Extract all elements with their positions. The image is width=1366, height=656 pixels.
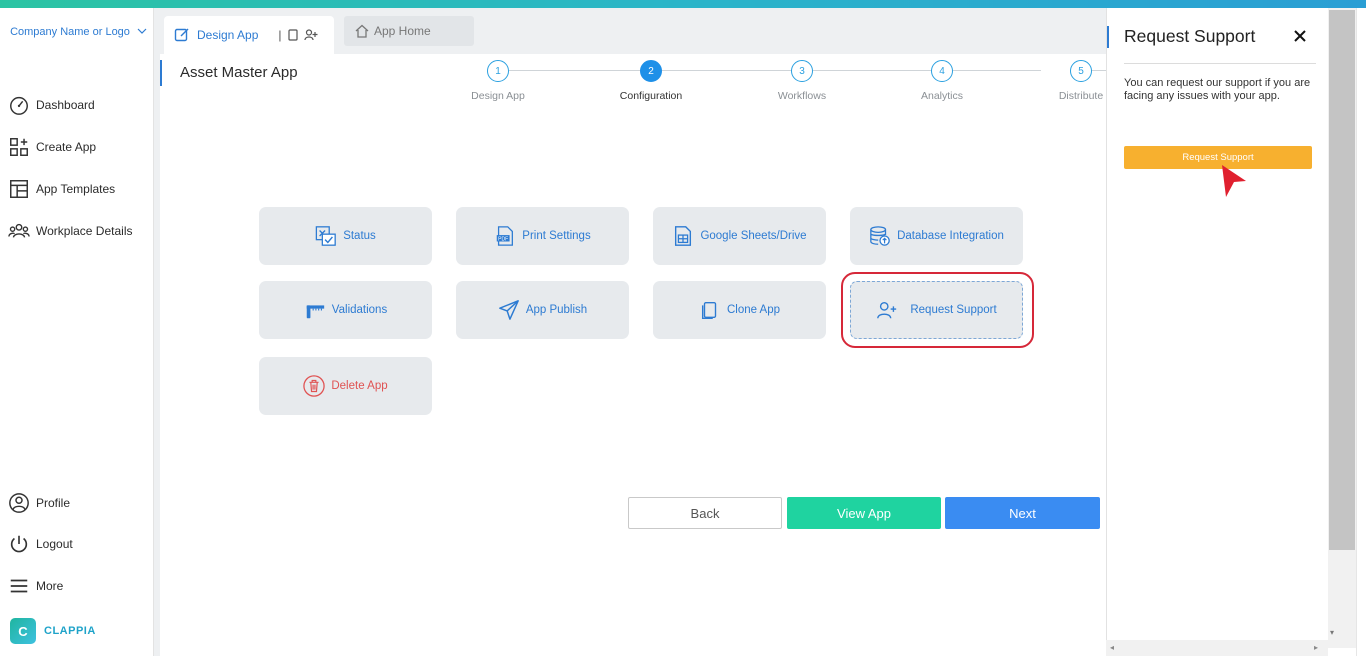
- spreadsheet-icon: [675, 226, 692, 246]
- sidebar-item-label: Logout: [36, 537, 73, 551]
- svg-text:PDF: PDF: [498, 236, 508, 242]
- main-content: Asset Master App 1 Design App 2 Configur…: [160, 54, 1106, 656]
- card-label: App Publish: [525, 304, 588, 316]
- step-label: Analytics: [920, 90, 963, 102]
- sidebar-item-more[interactable]: More: [8, 574, 63, 598]
- sidebar-item-logout[interactable]: Logout: [8, 532, 73, 556]
- clone-app-card[interactable]: Clone App: [653, 281, 826, 339]
- status-checklist-icon: [315, 226, 336, 246]
- step-configuration[interactable]: 2 Configuration: [601, 60, 701, 102]
- templates-layout-icon: [10, 180, 28, 198]
- pdf-file-icon: PDF: [497, 226, 514, 246]
- database-integration-card[interactable]: Database Integration: [850, 207, 1023, 265]
- tab-bar: Design App | App Home: [160, 8, 1106, 54]
- sidebar-item-label: Profile: [36, 496, 71, 510]
- database-icon: [870, 226, 890, 246]
- tab-app-home[interactable]: App Home: [344, 16, 474, 46]
- step-number: 2: [640, 60, 662, 82]
- scrollbar-thumb[interactable]: [1329, 10, 1355, 550]
- highlight-annotation: [841, 272, 1034, 348]
- top-accent-bar: [0, 0, 1366, 8]
- step-workflows[interactable]: 3 Workflows: [752, 60, 852, 102]
- people-group-icon: [8, 223, 30, 238]
- edit-icon: [174, 28, 189, 42]
- card-label: Google Sheets/Drive: [700, 230, 807, 242]
- window-edge: [1356, 8, 1366, 656]
- sidebar-item-workplace-details[interactable]: Workplace Details: [8, 219, 132, 243]
- sidebar-item-app-templates[interactable]: App Templates: [8, 177, 115, 201]
- chevron-down-icon[interactable]: [137, 26, 147, 36]
- tab-label: Design App: [197, 28, 259, 42]
- card-label: Validations: [331, 304, 388, 316]
- scroll-left-arrow-icon[interactable]: ◂: [1110, 643, 1114, 652]
- app-publish-card[interactable]: App Publish: [456, 281, 629, 339]
- sidebar-item-profile[interactable]: Profile: [8, 491, 70, 515]
- mouse-pointer-icon: [1222, 165, 1246, 197]
- validation-ruler-icon: [306, 305, 324, 319]
- create-app-grid-icon: [10, 138, 28, 156]
- card-label: Clone App: [726, 304, 781, 316]
- power-icon: [10, 535, 28, 553]
- step-label: Configuration: [619, 90, 683, 102]
- scroll-down-arrow-icon[interactable]: ▾: [1330, 628, 1334, 637]
- copy-icon[interactable]: [286, 28, 300, 42]
- scroll-right-arrow-icon[interactable]: ▸: [1314, 643, 1318, 652]
- horizontal-scrollbar[interactable]: ◂ ▸: [1106, 640, 1328, 656]
- tab-separator: |: [278, 28, 282, 42]
- sidebar-item-create-app[interactable]: Create App: [8, 135, 96, 159]
- sidebar-item-label: Create App: [36, 140, 97, 154]
- card-label: Print Settings: [522, 230, 591, 242]
- dashboard-gauge-icon: [10, 96, 28, 115]
- brand-name: CLAPPIA: [44, 625, 96, 637]
- close-icon[interactable]: [1291, 27, 1309, 45]
- step-number: 4: [931, 60, 953, 82]
- step-label: Design App: [471, 90, 525, 102]
- card-label: Delete App: [331, 380, 388, 392]
- step-number: 5: [1070, 60, 1092, 82]
- add-user-icon[interactable]: [303, 28, 318, 42]
- copy-icon: [701, 301, 717, 319]
- card-label: Status: [343, 230, 376, 242]
- request-support-panel: Request Support You can request our supp…: [1106, 8, 1328, 648]
- panel-description: You can request our support if you are f…: [1124, 77, 1311, 102]
- clappia-logo-icon: C: [10, 618, 36, 644]
- delete-app-card[interactable]: Delete App: [259, 357, 432, 415]
- brand-logo[interactable]: C CLAPPIA: [10, 618, 96, 644]
- page-title: Asset Master App: [180, 64, 298, 81]
- user-circle-icon: [9, 493, 29, 513]
- back-button[interactable]: Back: [628, 497, 782, 529]
- view-app-button[interactable]: View App: [787, 497, 941, 529]
- company-name[interactable]: Company Name or Logo: [10, 22, 130, 42]
- step-label: Workflows: [777, 90, 827, 102]
- card-label: Database Integration: [897, 230, 1004, 242]
- tab-label: App Home: [374, 24, 431, 38]
- panel-title: Request Support: [1124, 26, 1256, 46]
- step-analytics[interactable]: 4 Analytics: [892, 60, 992, 102]
- sidebar-item-label: Dashboard: [36, 98, 95, 112]
- panel-divider: [1124, 63, 1316, 64]
- step-design-app[interactable]: 1 Design App: [448, 60, 548, 102]
- sidebar-item-label: Workplace Details: [36, 224, 133, 238]
- next-button[interactable]: Next: [945, 497, 1100, 529]
- step-number: 3: [791, 60, 813, 82]
- validations-card[interactable]: Validations: [259, 281, 432, 339]
- sidebar: Company Name or Logo Dashboard Create Ap…: [0, 8, 154, 656]
- sidebar-item-label: More: [36, 579, 64, 593]
- paper-plane-icon: [498, 300, 519, 320]
- hamburger-menu-icon: [10, 579, 28, 593]
- google-sheets-card[interactable]: Google Sheets/Drive: [653, 207, 826, 265]
- vertical-scrollbar[interactable]: [1328, 8, 1356, 648]
- step-number: 1: [487, 60, 509, 82]
- home-icon: [355, 24, 369, 38]
- tab-design-app[interactable]: Design App |: [164, 16, 334, 54]
- title-accent: [160, 60, 162, 86]
- status-card[interactable]: Status: [259, 207, 432, 265]
- print-settings-card[interactable]: PDF Print Settings: [456, 207, 629, 265]
- sidebar-item-dashboard[interactable]: Dashboard: [8, 93, 95, 117]
- sidebar-item-label: App Templates: [36, 182, 116, 196]
- panel-accent: [1107, 26, 1109, 48]
- trash-icon: [303, 375, 326, 397]
